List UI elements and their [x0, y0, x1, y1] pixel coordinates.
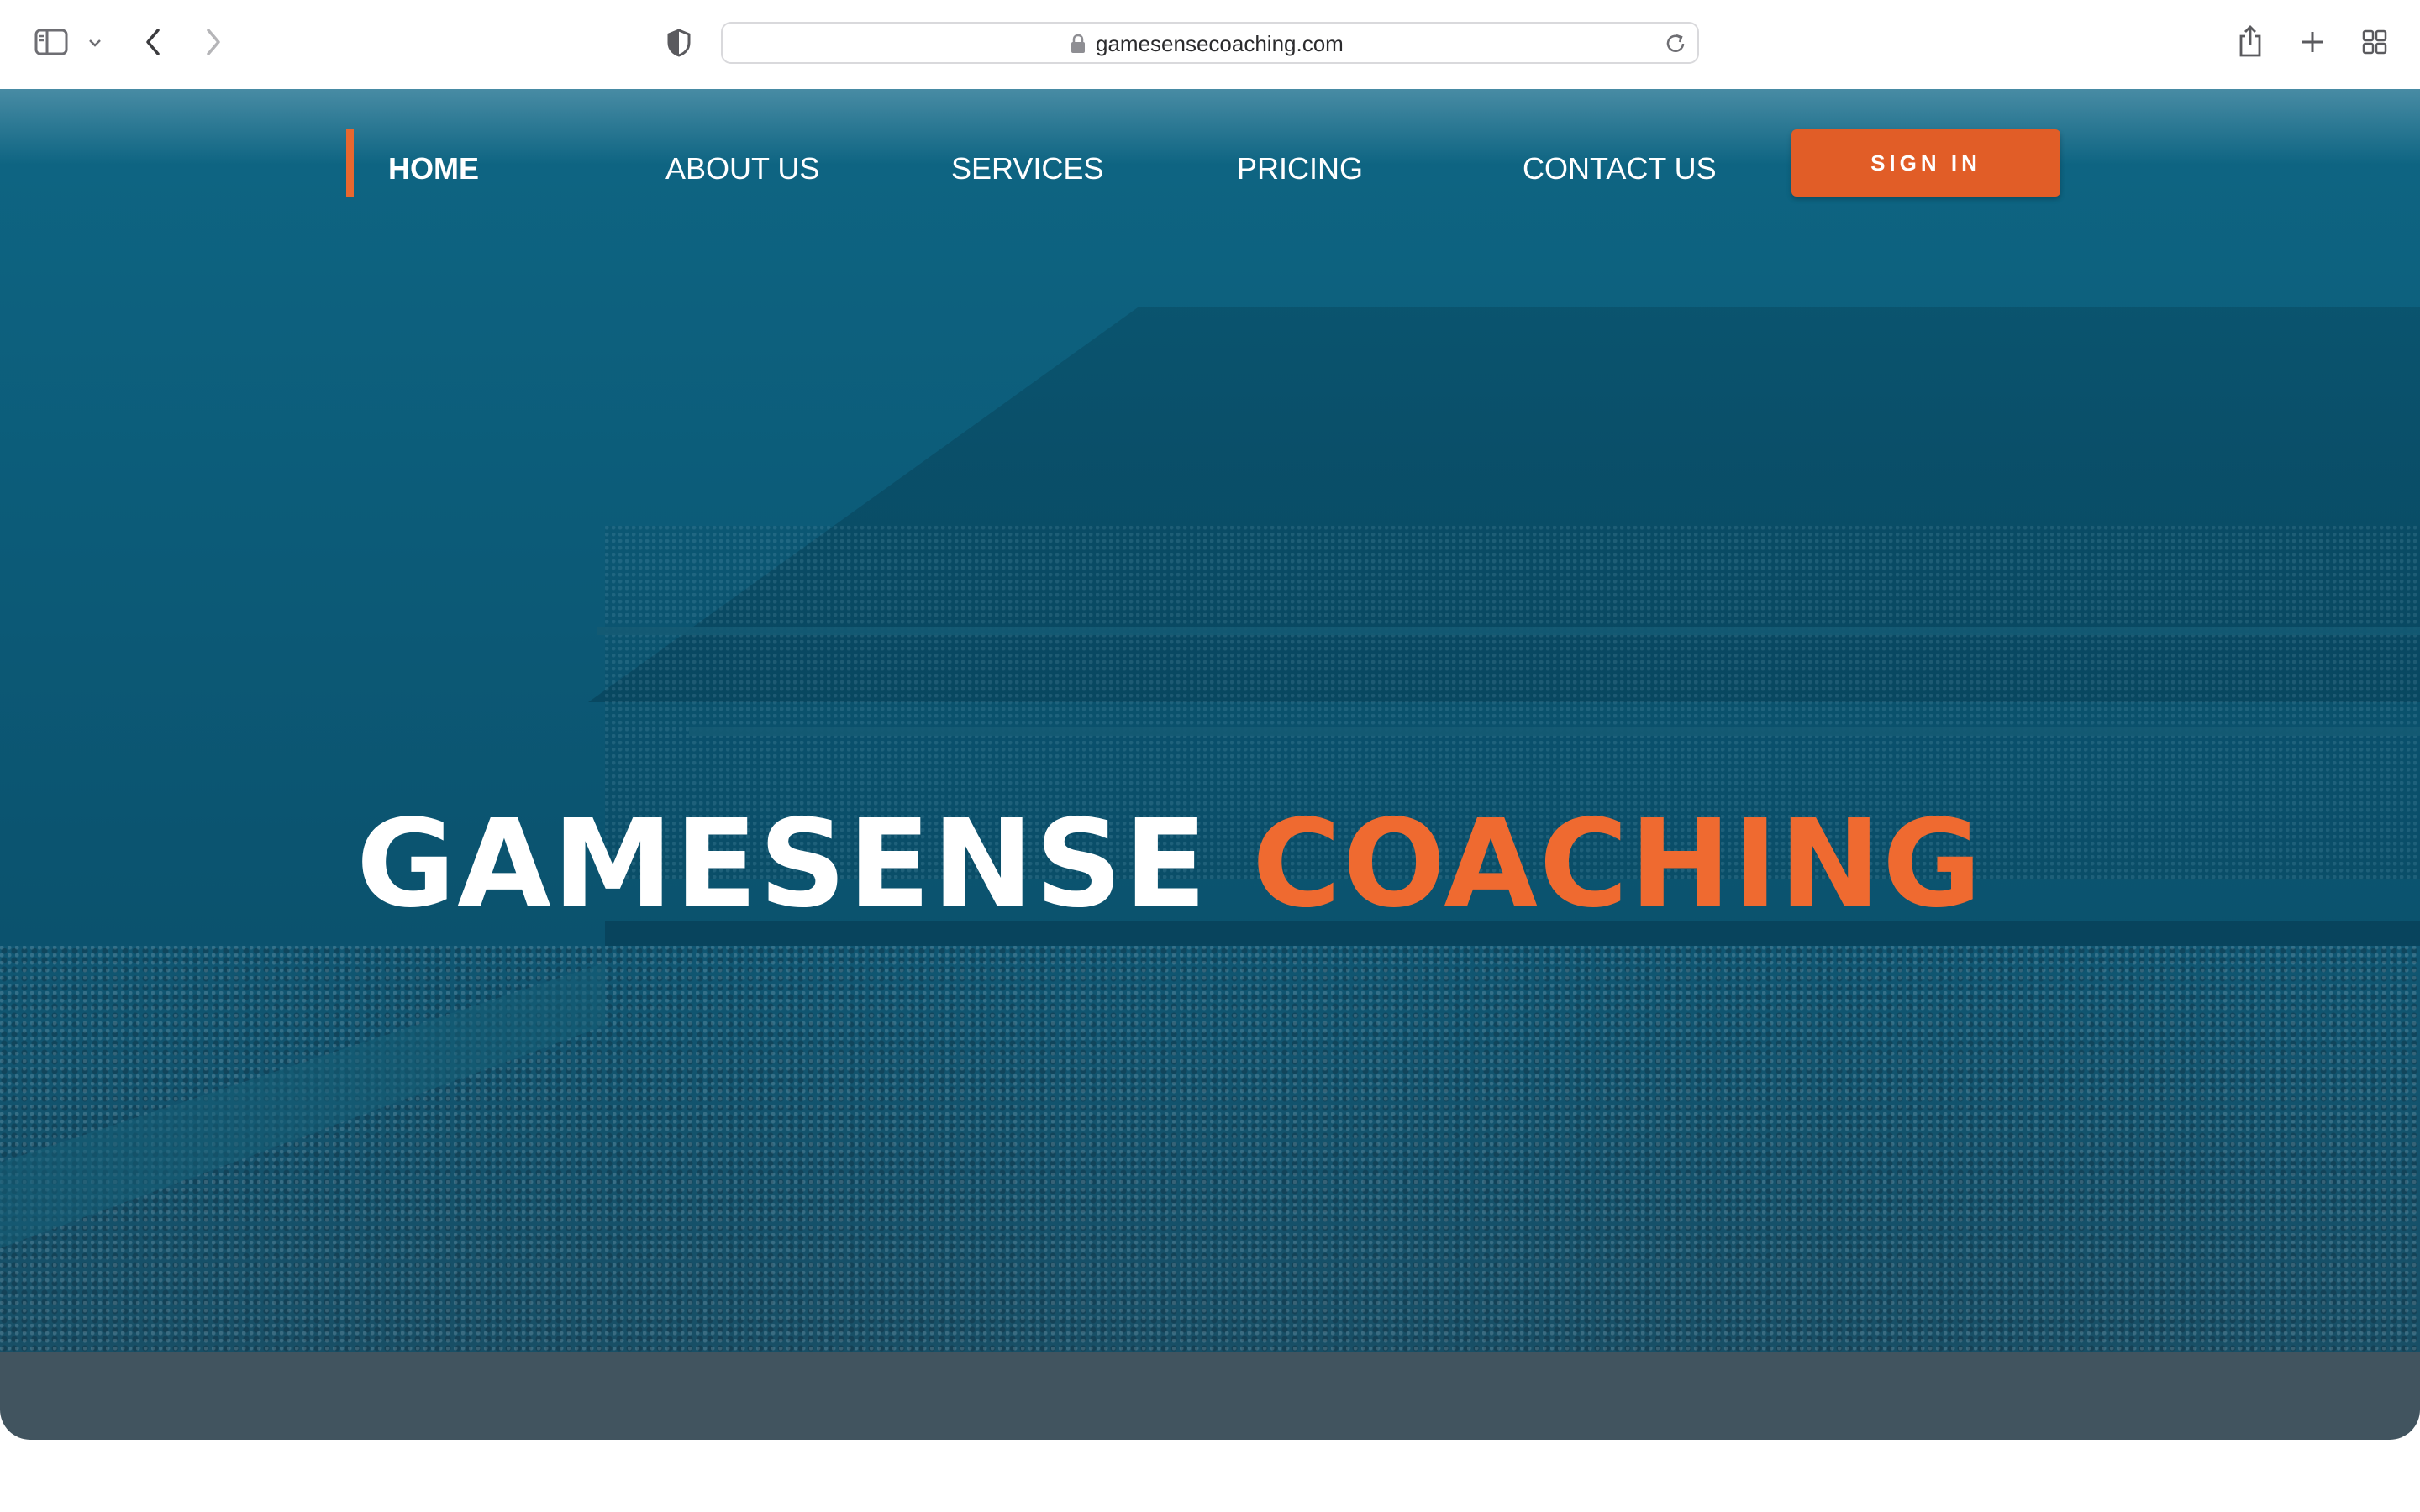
stadium-lower-crowd — [0, 946, 2420, 1352]
nav-about-link[interactable]: ABOUT US — [666, 148, 819, 190]
hero-title-primary: GAMESENSE — [356, 793, 1208, 934]
hero-title-accent: COACHING — [1252, 793, 1984, 934]
reload-icon[interactable] — [1662, 30, 1689, 57]
nav-services-link[interactable]: SERVICES — [951, 148, 1103, 190]
chevron-down-icon[interactable] — [84, 32, 106, 54]
hero-title: GAMESENSE COACHING — [356, 796, 2121, 931]
chevron-right-icon[interactable] — [198, 24, 229, 60]
nav-active-indicator — [346, 129, 354, 197]
nav-home-link[interactable]: HOME — [388, 148, 479, 190]
shield-icon[interactable] — [664, 27, 694, 59]
nav-contact-link[interactable]: CONTACT US — [1523, 148, 1717, 190]
nav-pricing-link[interactable]: PRICING — [1237, 148, 1363, 190]
browser-toolbar: gamesensecoaching.com — [0, 0, 2420, 90]
web-page: HOME ABOUT US SERVICES PRICING CONTACT U… — [0, 89, 2420, 1440]
chevron-left-icon[interactable] — [138, 24, 168, 60]
sign-in-button[interactable]: SIGN IN — [1791, 129, 2060, 197]
share-icon[interactable] — [2235, 22, 2265, 60]
stand-tier-line — [689, 727, 2420, 736]
lock-icon — [1069, 34, 1087, 54]
plus-icon[interactable] — [2297, 27, 2328, 57]
hero-section: HOME ABOUT US SERVICES PRICING CONTACT U… — [0, 89, 2420, 1352]
address-bar[interactable]: gamesensecoaching.com — [721, 22, 1699, 64]
url-text: gamesensecoaching.com — [1096, 31, 1344, 56]
sidebar-icon[interactable] — [32, 27, 71, 57]
grid-icon[interactable] — [2360, 27, 2390, 57]
stand-tier-line — [597, 627, 2420, 635]
